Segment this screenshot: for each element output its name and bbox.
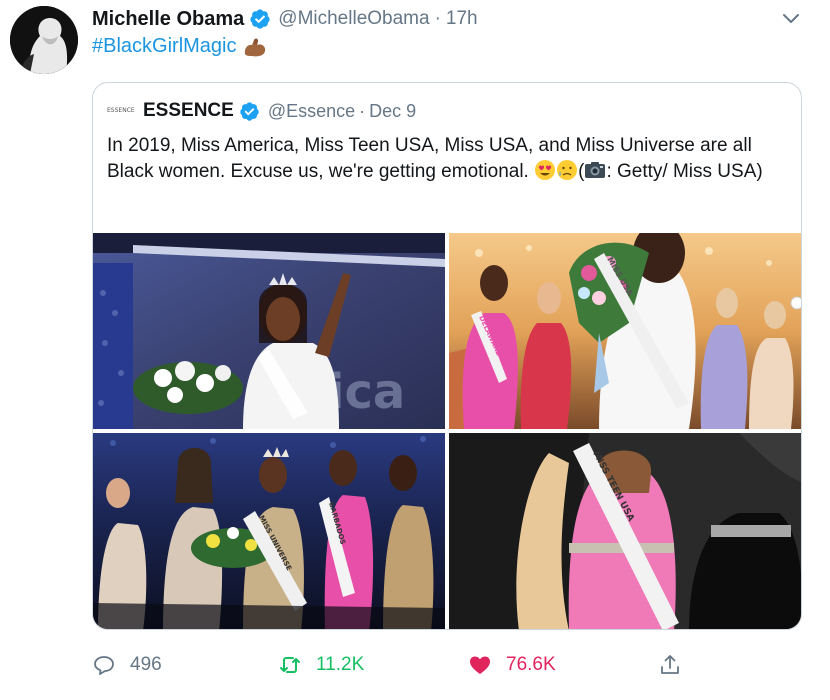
like-button[interactable]: 76.6K (468, 650, 556, 680)
reply-button[interactable]: 496 (92, 650, 162, 680)
quoted-header: ESSENCE ESSENCE @Essence · Dec 9 (107, 99, 416, 123)
quoted-author-name[interactable]: ESSENCE (143, 100, 234, 122)
retweet-count: 11.2K (316, 654, 365, 675)
photo-miss-teen-usa-reaction[interactable]: MISS TEEN USA (449, 433, 801, 629)
separator-dot: · (434, 8, 441, 29)
heart-eyes-emoji-icon (535, 160, 556, 180)
retweet-button[interactable]: 11.2K (278, 650, 364, 680)
reply-icon (94, 656, 114, 675)
share-button[interactable] (658, 650, 696, 680)
image-grid: ica DELAWARE MISS USA MISS UNIVERSE BARB… (93, 233, 801, 629)
quoted-text: In 2019, Miss America, Miss Teen USA, Mi… (107, 133, 787, 185)
backdrop-text: ica (328, 364, 405, 420)
author-avatar[interactable] (10, 6, 78, 74)
like-count: 76.6K (506, 654, 556, 675)
reply-count: 496 (130, 654, 162, 675)
photo-miss-america[interactable]: ica (93, 233, 445, 429)
heart-icon (470, 656, 490, 674)
verified-badge-icon (240, 101, 259, 121)
tweet-text: #BlackGirlMagic (92, 35, 268, 58)
camera-emoji-icon (585, 162, 606, 178)
retweet-icon (280, 657, 300, 673)
tweet-actions: 496 11.2K 76.6K (92, 650, 792, 680)
separator-dot: · (359, 100, 366, 121)
hashtag-link[interactable]: #BlackGirlMagic (92, 35, 236, 58)
flexed-biceps-icon (245, 38, 266, 56)
quoted-author-handle[interactable]: @Essence (268, 101, 355, 122)
tweet-timestamp[interactable]: 17h (446, 8, 478, 30)
quoted-text-credit: : Getty/ Miss USA) (606, 161, 763, 182)
author-name[interactable]: Michelle Obama (92, 8, 244, 31)
tweet-header: Michelle Obama @MichelleObama · 17h (92, 6, 478, 32)
quoted-timestamp[interactable]: Dec 9 (369, 101, 416, 122)
verified-badge-icon (250, 9, 270, 29)
share-icon (661, 655, 679, 674)
author-handle[interactable]: @MichelleObama (278, 8, 429, 30)
crying-face-emoji-icon (557, 160, 578, 180)
photo-miss-universe-group[interactable]: MISS UNIVERSE BARBADOS (93, 433, 445, 629)
chevron-down-icon[interactable] (780, 10, 802, 28)
essence-logo: ESSENCE (107, 107, 135, 114)
photo-miss-teen-usa-crowning[interactable]: DELAWARE MISS USA (449, 233, 801, 429)
tweet: Michelle Obama @MichelleObama · 17h #Bla… (0, 0, 830, 700)
quoted-tweet[interactable]: ESSENCE ESSENCE @Essence · Dec 9 In 2019… (92, 82, 802, 630)
